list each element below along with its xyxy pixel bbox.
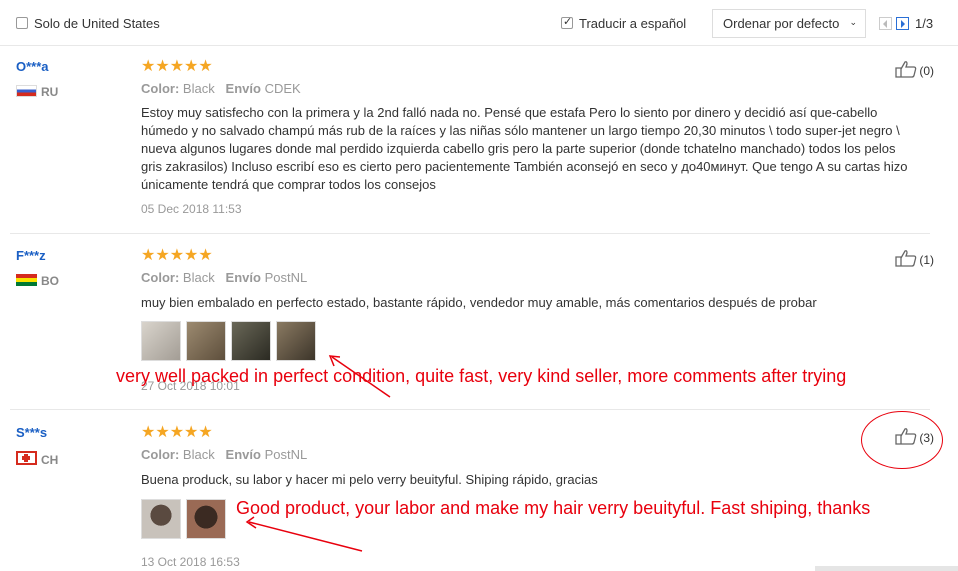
translate-label[interactable]: Traducir a español — [579, 16, 686, 31]
review-photos — [141, 499, 226, 539]
next-page-button[interactable] — [896, 17, 909, 30]
review-date: 05 Dec 2018 11:53 — [141, 202, 242, 216]
helpful-button[interactable]: (1) — [895, 249, 934, 267]
review-meta: Color: Black Envío PostNL — [141, 447, 308, 462]
review-photo-thumbnail[interactable] — [231, 321, 271, 361]
sort-dropdown-value: Ordenar por defecto — [723, 16, 840, 31]
review-photo-thumbnail[interactable] — [186, 499, 226, 539]
prev-page-button[interactable] — [879, 17, 892, 30]
thumbs-up-icon — [895, 61, 917, 78]
review-meta: Color: Black Envío CDEK — [141, 81, 301, 96]
star-rating: ★★★★★ — [141, 422, 213, 441]
review-date: 13 Oct 2018 16:53 — [141, 555, 240, 569]
translation-annotation: very well packed in perfect condition, q… — [116, 366, 847, 386]
translation-annotation: Good product, your labor and make my hai… — [236, 498, 871, 518]
only-us-label[interactable]: Solo de United States — [34, 16, 160, 31]
translate-checkbox[interactable] — [561, 15, 573, 29]
reviewer-country: BO — [16, 274, 59, 288]
thumbs-up-icon — [895, 250, 917, 267]
review-photo-thumbnail[interactable] — [186, 321, 226, 361]
review-filter-bar: Solo de United States Traducir a español… — [0, 0, 958, 46]
review-photo-thumbnail[interactable] — [141, 499, 181, 539]
star-rating: ★★★★★ — [141, 56, 213, 75]
review-meta: Color: Black Envío PostNL — [141, 270, 308, 285]
only-us-checkbox[interactable] — [16, 17, 28, 29]
review-text: Buena produck, su labor y hacer mi pelo … — [141, 472, 598, 487]
review-item: S***s CH ★★★★★ Color: Black Envío PostNL… — [0, 410, 958, 571]
review-photo-thumbnail[interactable] — [141, 321, 181, 361]
chevron-down-icon: ⌄ — [849, 18, 857, 28]
horizontal-scrollbar[interactable] — [815, 566, 958, 571]
reviewer-name[interactable]: S***s — [16, 425, 47, 440]
reviewer-name[interactable]: O***a — [16, 59, 49, 74]
page-indicator: 1/3 — [915, 16, 934, 31]
reviewer-country: RU — [16, 85, 58, 99]
review-text: muy bien embalado en perfecto estado, ba… — [141, 295, 817, 310]
review-text: Estoy muy satisfecho con la primera y la… — [141, 105, 908, 192]
switzerland-flag-icon — [16, 451, 37, 465]
review-photo-thumbnail[interactable] — [276, 321, 316, 361]
highlight-circle — [861, 411, 943, 469]
helpful-button[interactable]: (0) — [895, 60, 934, 78]
review-item: O***a RU ★★★★★ Color: Black Envío CDEK E… — [0, 46, 958, 234]
sort-dropdown[interactable]: Ordenar por defecto ⌄ — [712, 9, 866, 38]
review-photos — [141, 321, 316, 361]
reviewer-country: CH — [16, 451, 58, 467]
bolivia-flag-icon — [16, 274, 37, 286]
russia-flag-icon — [16, 85, 37, 97]
reviewer-name[interactable]: F***z — [16, 248, 46, 263]
star-rating: ★★★★★ — [141, 245, 213, 264]
